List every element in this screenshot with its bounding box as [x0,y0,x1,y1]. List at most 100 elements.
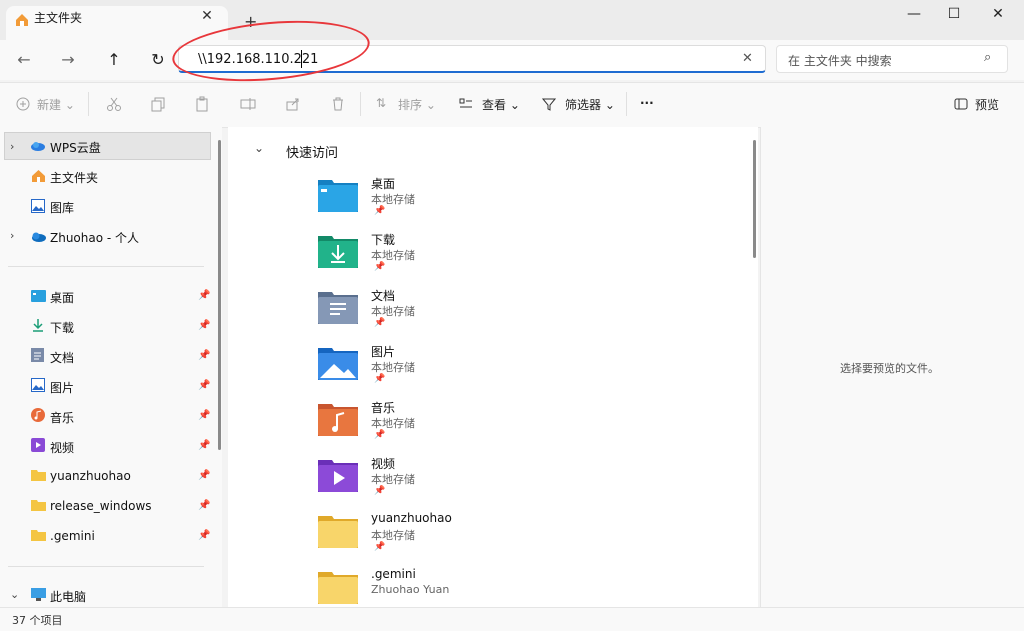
sidebar-item-onedrive[interactable]: Zhuohao - 个人 [50,229,139,246]
more-options-button[interactable]: ··· [640,96,654,110]
sidebar-item-wps-cloud[interactable]: WPS云盘 [50,139,101,156]
collapse-chevron-icon[interactable]: ⌄ [10,588,19,601]
minimize-button[interactable]: — [902,6,926,26]
sidebar-item-gemini[interactable]: .gemini [50,529,95,543]
sidebar-item-gallery[interactable]: 图库 [50,199,74,216]
gallery-icon [31,199,45,213]
home-icon [32,170,45,182]
folder-icon [31,530,46,541]
refresh-button[interactable]: ↻ [148,50,168,70]
pin-icon: 📌 [374,486,386,496]
address-clear-button[interactable]: ✕ [742,51,753,66]
sidebar-item-videos[interactable]: 视频 [50,439,74,456]
item-name: 音乐 [371,401,396,415]
view-button[interactable]: 查看 ⌄ [482,96,520,113]
separator [88,92,89,116]
preview-button[interactable]: 预览 [975,96,999,113]
maximize-button[interactable]: ☐ [942,6,966,26]
item-location: 本地存储 [371,305,415,318]
forward-button[interactable]: → [58,50,78,70]
folder-icon[interactable] [318,570,358,604]
tab-close-button[interactable]: ✕ [198,7,216,25]
sidebar-item-desktop[interactable]: 桌面 [50,289,74,306]
sort-button[interactable]: 排序 ⌄ [398,96,436,113]
divider [8,266,204,267]
folder-icon [31,500,46,511]
item-location: 本地存储 [371,417,415,430]
item-location: 本地存储 [371,249,415,262]
status-bar [0,607,1024,631]
pin-icon: 📌 [198,380,211,391]
new-button[interactable]: 新建 ⌄ [37,96,75,113]
filter-label: 筛选器 [565,98,602,112]
item-location: 本地存储 [371,193,415,206]
this-pc-icon [31,588,46,601]
separator [626,92,627,116]
sidebar-scrollbar[interactable] [218,140,221,450]
sidebar-item-yuanzhuohao[interactable]: yuanzhuohao [50,469,131,483]
folder-icon[interactable] [318,514,358,548]
expand-chevron-icon[interactable]: › [10,140,14,153]
close-window-button[interactable]: ✕ [986,6,1010,26]
pin-icon: 📌 [198,290,211,301]
search-icon: ⌕ [984,50,992,65]
preview-message: 选择要预览的文件。 [840,362,939,375]
content-scrollbar[interactable] [753,140,756,258]
documents-folder-icon[interactable] [318,290,358,324]
item-name: .gemini [371,567,416,581]
download-icon [33,319,43,332]
item-count: 37 个项目 [12,614,63,627]
pin-icon: 📌 [198,350,211,361]
item-name: 视频 [371,457,396,471]
pin-icon: 📌 [198,470,211,481]
download-folder-icon[interactable] [318,234,358,268]
new-label: 新建 [37,98,62,112]
preview-pane-icon [954,98,968,110]
pin-icon: 📌 [374,318,386,328]
filter-button[interactable]: 筛选器 ⌄ [565,96,615,113]
pictures-icon [31,378,45,392]
new-icon [16,97,30,111]
item-location: 本地存储 [371,361,415,374]
sidebar-item-home[interactable]: 主文件夹 [50,169,98,186]
music-folder-icon[interactable] [318,402,358,436]
delete-icon[interactable] [330,96,346,112]
paste-icon[interactable] [194,96,210,112]
videos-icon [31,438,45,452]
home-icon [16,14,28,26]
search-input[interactable]: 在 主文件夹 中搜索 [788,52,892,69]
sidebar-item-downloads[interactable]: 下载 [50,319,74,336]
videos-folder-icon[interactable] [318,458,358,492]
sidebar-item-pictures[interactable]: 图片 [50,379,74,396]
pin-icon: 📌 [198,530,211,541]
up-button[interactable]: ↑ [104,50,124,70]
tab-title: 主文件夹 [34,11,83,25]
expand-chevron-icon[interactable]: › [10,229,14,242]
sort-label: 排序 [398,98,423,112]
sidebar-item-this-pc[interactable]: 此电脑 [50,588,86,605]
back-button[interactable]: ← [14,50,34,70]
collapse-chevron-icon[interactable]: ⌄ [254,141,264,155]
sidebar-item-documents[interactable]: 文档 [50,349,74,366]
rename-icon[interactable] [240,96,256,112]
cut-icon[interactable] [106,96,122,112]
item-name: 下载 [371,233,396,247]
pictures-folder-icon[interactable] [318,346,358,380]
pin-icon: 📌 [198,440,211,451]
sidebar-item-release-windows[interactable]: release_windows [50,499,152,513]
item-name: 图片 [371,345,396,359]
item-name: yuanzhuohao [371,511,452,525]
desktop-folder-icon[interactable] [318,178,358,212]
pin-icon: 📌 [374,430,386,440]
share-icon[interactable] [285,96,301,112]
copy-icon[interactable] [150,96,166,112]
view-label: 查看 [482,98,507,112]
quick-access-header[interactable]: 快速访问 [286,142,338,161]
pin-icon: 📌 [374,374,386,384]
sidebar-item-music[interactable]: 音乐 [50,409,74,426]
separator [360,92,361,116]
filter-icon [542,98,556,111]
item-location: 本地存储 [371,473,415,486]
item-name: 桌面 [371,177,396,191]
pin-icon: 📌 [374,262,386,272]
